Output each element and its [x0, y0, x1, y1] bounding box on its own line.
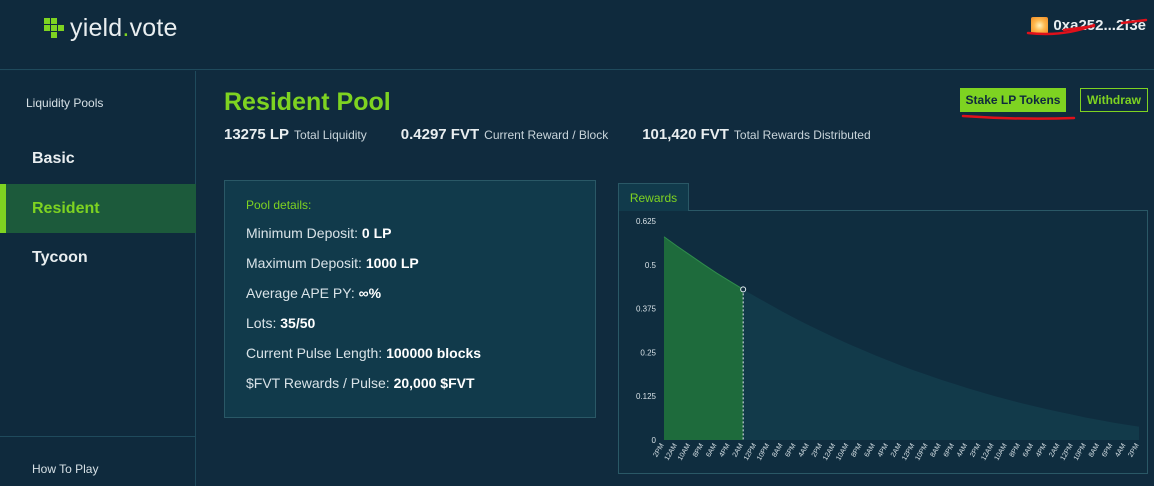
stake-lp-tokens-button[interactable]: Stake LP Tokens [960, 88, 1066, 112]
x-tick-label: 4PM [1035, 442, 1048, 458]
detail-value: 1000 LP [365, 255, 419, 271]
y-tick-label: 0 [652, 436, 657, 445]
x-tick-label: 8PM [850, 442, 863, 458]
detail-row-rewards-pulse: $FVT Rewards / Pulse: 20,000 $FVT [246, 375, 475, 391]
stat-label: Current Reward / Block [484, 128, 609, 142]
x-tick-label: 10PM [914, 442, 929, 461]
x-tick-label: 6PM [1101, 442, 1114, 458]
x-tick-label: 6AM [864, 442, 877, 458]
x-tick-label: 4PM [877, 442, 890, 458]
stat-value: 13275 LP [224, 126, 290, 143]
detail-row-apy: Average APE PY: ∞% [246, 285, 381, 301]
sidebar-item-label: Resident [32, 199, 100, 217]
stat-label: Total Liquidity [294, 128, 367, 142]
x-tick-label: 6PM [784, 442, 797, 458]
detail-value: ∞% [358, 285, 382, 301]
y-tick-label: 0.375 [636, 305, 657, 314]
x-tick-label: 8AM [771, 442, 784, 458]
rewards-chart[interactable]: 00.1250.250.3750.50.6252PM12AM10AM 8PM 6AM… [619, 211, 1149, 475]
rewards-chart-panel: 0 0.125 0.25 0.375 0.5 0.625 2PM 12AM 10AM 8PM 6AM… [618, 210, 1148, 474]
x-tick-label: 2PM [1127, 442, 1140, 458]
detail-row-min-deposit: Minimum Deposit: 0 LP [246, 225, 392, 241]
x-tick-label: 2PM [811, 442, 824, 458]
detail-value: 20,000 $FVT [393, 375, 475, 391]
sidebar-item-tycoon[interactable]: Tycoon [0, 233, 196, 282]
stat-total-liquidity: 13275 LP Total Liquidity [224, 126, 367, 143]
page-title: Resident Pool [224, 88, 391, 116]
x-tick-label: 2AM [1048, 442, 1061, 458]
x-tick-label: 2AM [890, 442, 903, 458]
detail-row-lots: Lots: 35/50 [246, 315, 315, 331]
x-tick-label: 6AM [705, 442, 718, 458]
x-tick-label: 4AM [798, 442, 811, 458]
x-tick-label: 10AM [835, 442, 850, 461]
x-tick-label: 8AM [930, 442, 943, 458]
y-tick-label: 0.125 [636, 392, 657, 401]
x-tick-label: 10PM [756, 442, 771, 461]
sidebar-item-label: Tycoon [32, 248, 88, 266]
stat-value: 101,420 FVT [642, 126, 729, 143]
rewards-chart-section: 0 0.125 0.25 0.375 0.5 0.625 2PM 12AM 10AM 8PM 6AM… [618, 181, 1148, 474]
detail-label: Average APE PY: [246, 285, 355, 301]
x-tick-label: 2AM [732, 442, 745, 458]
distributed-rewards-area [664, 236, 744, 440]
detail-row-max-deposit: Maximum Deposit: 1000 LP [246, 255, 419, 271]
x-tick-label: 4PM [718, 442, 731, 458]
y-tick-label: 0.25 [640, 348, 656, 357]
detail-label: Lots: [246, 315, 277, 331]
tab-rewards[interactable]: Rewards [618, 183, 689, 211]
x-tick-label: 8PM [692, 442, 705, 458]
y-tick-label: 0.5 [645, 261, 657, 270]
detail-value: 100000 blocks [386, 345, 482, 361]
pool-stats: 13275 LP Total Liquidity 0.4297 FVT Curr… [224, 126, 905, 143]
x-tick-label: 4AM [956, 442, 969, 458]
stat-total-rewards: 101,420 FVT Total Rewards Distributed [642, 126, 870, 143]
sidebar-item-resident[interactable]: Resident [0, 184, 196, 233]
top-header: yield.vote 0xa252...2f3e [0, 0, 1154, 70]
detail-row-pulse-length: Current Pulse Length: 100000 blocks [246, 345, 481, 361]
stat-value: 0.4297 FVT [400, 126, 480, 143]
x-tick-label: 4AM [1114, 442, 1127, 458]
pool-details-card: Pool details: Minimum Deposit: 0 LP Maxi… [224, 180, 596, 418]
detail-label: Current Pulse Length: [246, 345, 383, 361]
sidebar-item-label: Basic [32, 149, 75, 167]
x-tick-label: 10PM [1073, 442, 1088, 461]
sidebar: Liquidity Pools Basic Resident Tycoon Ho… [0, 71, 196, 486]
stat-label: Total Rewards Distributed [733, 128, 871, 142]
x-tick-label: 10AM [677, 442, 692, 461]
app-logo[interactable]: yield.vote [44, 14, 178, 43]
how-to-play-link[interactable]: How To Play [32, 462, 98, 476]
detail-label: $FVT Rewards / Pulse: [246, 375, 390, 391]
annotation-underline [961, 114, 1076, 120]
x-tick-label: 8AM [1088, 442, 1101, 458]
detail-label: Minimum Deposit: [246, 225, 359, 241]
sidebar-item-basic[interactable]: Basic [0, 134, 196, 183]
y-tick-label: 0.625 [636, 217, 657, 226]
x-tick-label: 10AM [994, 442, 1009, 461]
x-tick-label: 6AM [1022, 442, 1035, 458]
detail-value: 0 LP [361, 225, 392, 241]
logo-text: yield.vote [70, 14, 178, 42]
cursor-marker [740, 286, 747, 293]
x-tick-label: 6PM [943, 442, 956, 458]
withdraw-button[interactable]: Withdraw [1080, 88, 1148, 112]
sidebar-divider [0, 436, 196, 437]
detail-label: Maximum Deposit: [246, 255, 362, 271]
sidebar-heading: Liquidity Pools [26, 96, 104, 110]
x-tick-label: 2PM [969, 442, 982, 458]
x-tick-label: 8PM [1009, 442, 1022, 458]
detail-value: 35/50 [280, 315, 316, 331]
logo-mark-icon [44, 17, 64, 40]
stat-current-reward: 0.4297 FVT Current Reward / Block [401, 126, 608, 143]
card-title: Pool details: [246, 198, 312, 212]
redaction-scribble [1026, 18, 1148, 36]
